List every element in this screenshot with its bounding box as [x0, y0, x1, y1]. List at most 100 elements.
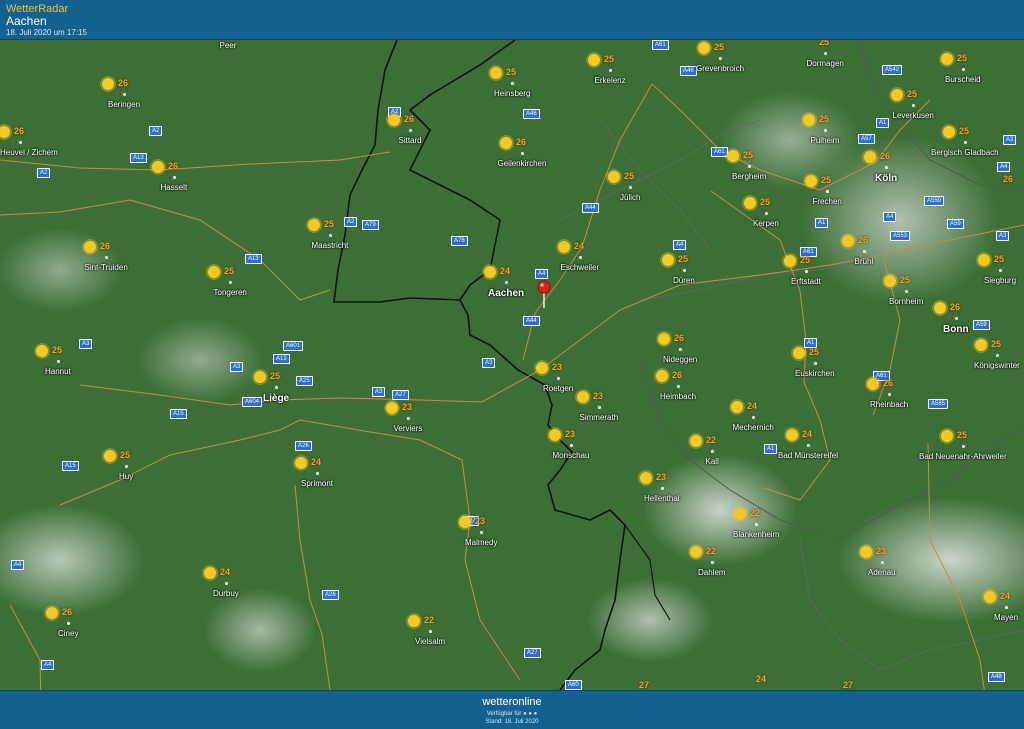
road-shield: A3	[230, 362, 244, 372]
sun-icon	[254, 371, 266, 383]
city-label[interactable]: Bad Münstereifel	[778, 451, 838, 460]
city-dot	[955, 317, 958, 320]
sun-icon	[490, 67, 502, 79]
road-shield: A4	[673, 240, 687, 250]
app-header: WetterRadar Aachen 18. Juli 2020 um 17:1…	[0, 0, 1024, 40]
road-shield: A44	[523, 316, 540, 326]
temperature-value: 24	[756, 674, 767, 684]
city-label[interactable]: Siegburg	[984, 276, 1016, 285]
city-label[interactable]: Sittard	[399, 136, 422, 145]
temperature-value: 22	[706, 435, 717, 445]
sun-icon	[842, 235, 854, 247]
city-label[interactable]: Geilenkirchen	[498, 159, 547, 168]
city-label[interactable]: Bornheim	[889, 297, 923, 306]
city-label[interactable]: Beringen	[108, 100, 140, 109]
city-dot	[748, 165, 751, 168]
city-dot	[570, 444, 573, 447]
city-label[interactable]: Sint-Truiden	[85, 263, 128, 272]
city-label[interactable]: Leverkusen	[893, 111, 934, 120]
sun-icon	[577, 391, 589, 403]
road-shield: A57	[858, 134, 875, 144]
city-label[interactable]: Malmedy	[465, 538, 497, 547]
city-label[interactable]: Bad Neuenahr-Ahrweiler	[919, 452, 1007, 461]
app-footer: wetteronline Verfügbar für ● ● ● Stand: …	[0, 690, 1024, 729]
city-label[interactable]: Hasselt	[161, 183, 188, 192]
temperature-value: 24	[500, 266, 511, 276]
temperature-value: 25	[821, 175, 832, 185]
city-label[interactable]: Blankenheim	[733, 530, 779, 539]
city-label[interactable]: Aachen	[488, 288, 524, 299]
temperature-value: 22	[706, 546, 717, 556]
sun-icon	[860, 546, 872, 558]
city-label[interactable]: Huy	[119, 472, 133, 481]
temperature-value: 23	[552, 362, 563, 372]
city-label[interactable]: Bergisch Gladbach	[931, 148, 999, 157]
city-label[interactable]: Burscheid	[945, 75, 981, 84]
city-label[interactable]: Heimbach	[660, 392, 696, 401]
city-label[interactable]: Düren	[673, 276, 695, 285]
city-label[interactable]: Bergheim	[732, 172, 766, 181]
city-label[interactable]: Erkelenz	[595, 76, 626, 85]
city-label[interactable]: Heinsberg	[494, 89, 530, 98]
city-label[interactable]: Verviers	[394, 424, 423, 433]
city-label[interactable]: Hannut	[45, 367, 71, 376]
city-label[interactable]: Bonn	[943, 324, 969, 335]
city-label[interactable]: Eschweiler	[561, 263, 600, 272]
city-label[interactable]: Tongeren	[214, 288, 247, 297]
city-label[interactable]: Dahlem	[698, 568, 726, 577]
sun-icon	[295, 457, 307, 469]
city-label[interactable]: Köln	[875, 173, 897, 184]
wetteronline-logo: wetteronline	[482, 696, 542, 708]
city-label[interactable]: Dormagen	[807, 59, 844, 68]
city-label[interactable]: Nideggen	[663, 355, 697, 364]
location-pin-icon[interactable]	[537, 280, 551, 310]
temperature-value: 25	[760, 197, 771, 207]
city-label[interactable]: Mayen	[994, 613, 1018, 622]
city-dot	[511, 82, 514, 85]
city-label[interactable]: Vielsalm	[415, 637, 445, 646]
city-label[interactable]: Heuvel / Zichem	[0, 148, 58, 157]
temperature-value: 26	[672, 370, 683, 380]
weather-radar-map[interactable]: A61 A46 A542 A2 A2 A46 A1 A57 A3 A13 A2 A61 A4 A44 A55…	[0, 40, 1024, 690]
city-dot	[505, 281, 508, 284]
sun-icon	[690, 546, 702, 558]
city-label[interactable]: Jülich	[620, 193, 640, 202]
city-label[interactable]: Königswinter	[974, 361, 1020, 370]
city-dot	[962, 445, 965, 448]
city-label[interactable]: Ciney	[58, 629, 78, 638]
city-label[interactable]: Adenau	[868, 568, 896, 577]
sun-icon	[536, 362, 548, 374]
city-label[interactable]: Kerpen	[753, 219, 779, 228]
road-shield: A604	[242, 397, 263, 407]
city-label[interactable]: Grevenbroich	[696, 64, 744, 73]
city-dot	[609, 69, 612, 72]
city-label[interactable]: Frechen	[813, 197, 842, 206]
city-label[interactable]: Pulheim	[811, 136, 840, 145]
temperature-value: 26	[883, 378, 894, 388]
city-label[interactable]: Peer	[220, 41, 237, 50]
city-label[interactable]: Euskirchen	[795, 369, 835, 378]
city-label[interactable]: Roetgen	[543, 384, 573, 393]
city-label[interactable]: Simmerath	[580, 413, 619, 422]
city-dot	[765, 212, 768, 215]
temperature-value: 25	[991, 339, 1002, 349]
city-label[interactable]: Monschau	[553, 451, 590, 460]
road-shield: A59	[947, 219, 964, 229]
city-label[interactable]: Rheinbach	[870, 400, 908, 409]
temperature-value: 25	[900, 275, 911, 285]
road-shield: A60	[565, 680, 582, 690]
city-label[interactable]: Mechernich	[733, 423, 774, 432]
city-label[interactable]: Brühl	[855, 257, 874, 266]
sun-icon	[662, 254, 674, 266]
city-label[interactable]: Hellenthal	[644, 494, 680, 503]
city-label[interactable]: Maastricht	[312, 241, 349, 250]
location-title: Aachen	[6, 14, 47, 28]
city-label[interactable]: Kall	[706, 457, 719, 466]
temperature-value: 25	[957, 430, 968, 440]
sun-icon	[731, 401, 743, 413]
city-label[interactable]: Erftstadt	[791, 277, 821, 286]
temperature-value: 25	[52, 345, 63, 355]
city-label[interactable]: Sprimont	[301, 479, 333, 488]
city-label[interactable]: Liège	[263, 393, 289, 404]
city-label[interactable]: Durbuy	[213, 589, 239, 598]
